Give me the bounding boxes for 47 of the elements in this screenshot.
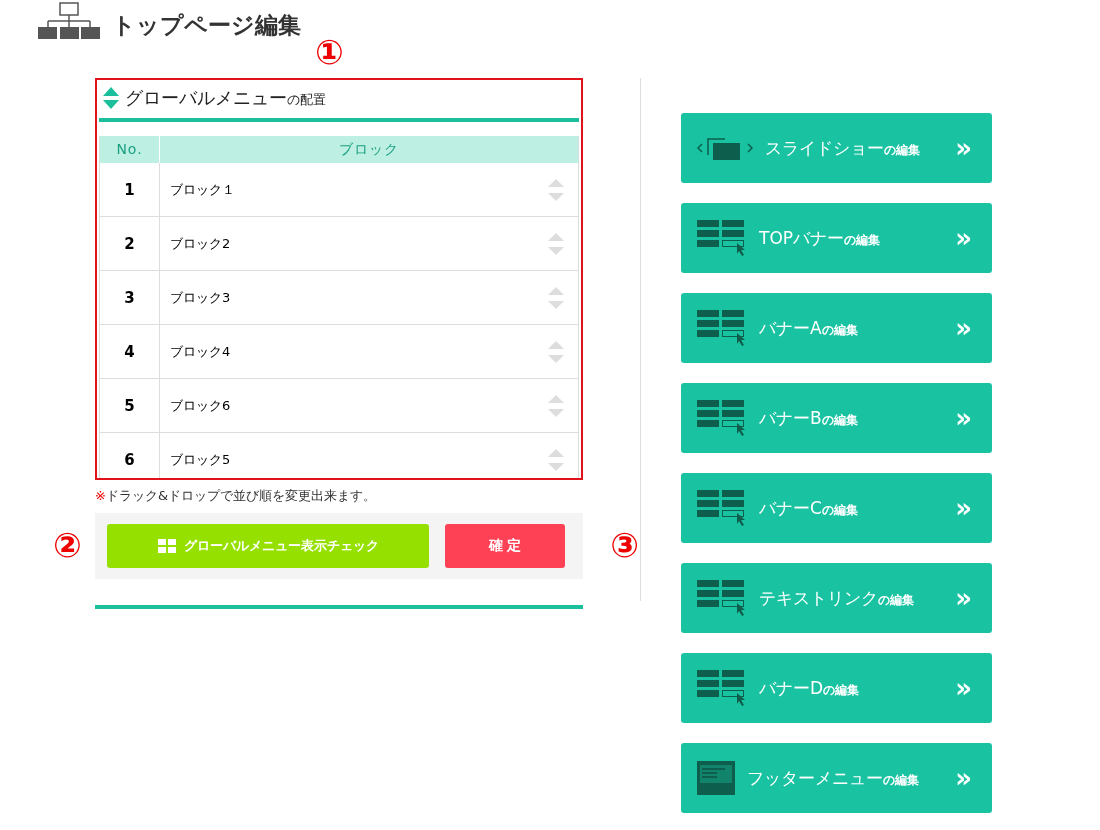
grid-icon xyxy=(157,539,176,553)
block-name: ブロック4 xyxy=(170,342,231,361)
banner-grid-icon xyxy=(697,220,747,256)
drag-handle-icon[interactable] xyxy=(548,286,564,309)
hint-text: ※ドラック&ドロップで並び順を変更出来ます。 xyxy=(95,487,378,505)
table-cell: 1 xyxy=(100,163,160,217)
table-cell: 6 xyxy=(100,433,160,478)
block-name: ブロック5 xyxy=(170,450,231,469)
sort-arrows-icon xyxy=(103,87,119,109)
edit-button[interactable]: TOPバナーの編集 » xyxy=(681,203,992,273)
drag-handle-icon[interactable] xyxy=(548,340,564,363)
annotation-number: ③ xyxy=(610,525,639,565)
column-header: No. xyxy=(100,136,160,163)
banner-grid-icon xyxy=(697,490,747,526)
drag-handle-icon[interactable] xyxy=(548,232,564,255)
block-name: ブロック2 xyxy=(170,234,231,253)
annotation-number: ② xyxy=(53,525,82,565)
table-cell: 3 xyxy=(100,271,160,325)
page-title: トップページ編集 xyxy=(112,11,301,40)
table-cell: 4 xyxy=(100,325,160,379)
edit-button[interactable]: スライドショーの編集 » xyxy=(681,113,992,183)
banner-grid-icon xyxy=(697,670,747,706)
block-name: ブロック１ xyxy=(170,180,235,199)
banner-grid-icon xyxy=(697,580,747,616)
drag-handle-icon[interactable] xyxy=(548,394,564,417)
drag-handle-icon[interactable] xyxy=(548,178,564,201)
banner-grid-icon xyxy=(697,400,747,436)
block-name: ブロック6 xyxy=(170,396,231,415)
banner-grid-icon xyxy=(697,310,747,346)
panel-title: グローバルメニューの配置 xyxy=(125,86,326,110)
sitemap-icon xyxy=(38,2,100,40)
table-cell: 2 xyxy=(100,217,160,271)
edit-button[interactable]: バナーDの編集 » xyxy=(681,653,992,723)
confirm-button[interactable]: 確 定 xyxy=(445,524,565,568)
edit-button[interactable]: フッターメニューの編集 » xyxy=(681,743,992,813)
display-check-button[interactable]: グローバルメニュー表示チェック xyxy=(107,524,429,568)
edit-button[interactable]: テキストリンクの編集 » xyxy=(681,563,992,633)
edit-button[interactable]: バナーBの編集 » xyxy=(681,383,992,453)
window-icon xyxy=(697,761,735,795)
table-cell: 5 xyxy=(100,379,160,433)
slideshow-icon xyxy=(697,135,753,161)
block-name: ブロック3 xyxy=(170,288,231,307)
annotation-number: ① xyxy=(315,32,344,72)
drag-handle-icon[interactable] xyxy=(548,448,564,471)
edit-button[interactable]: バナーCの編集 » xyxy=(681,473,992,543)
column-header: ブロック xyxy=(160,136,578,163)
edit-button[interactable]: バナーAの編集 » xyxy=(681,293,992,363)
